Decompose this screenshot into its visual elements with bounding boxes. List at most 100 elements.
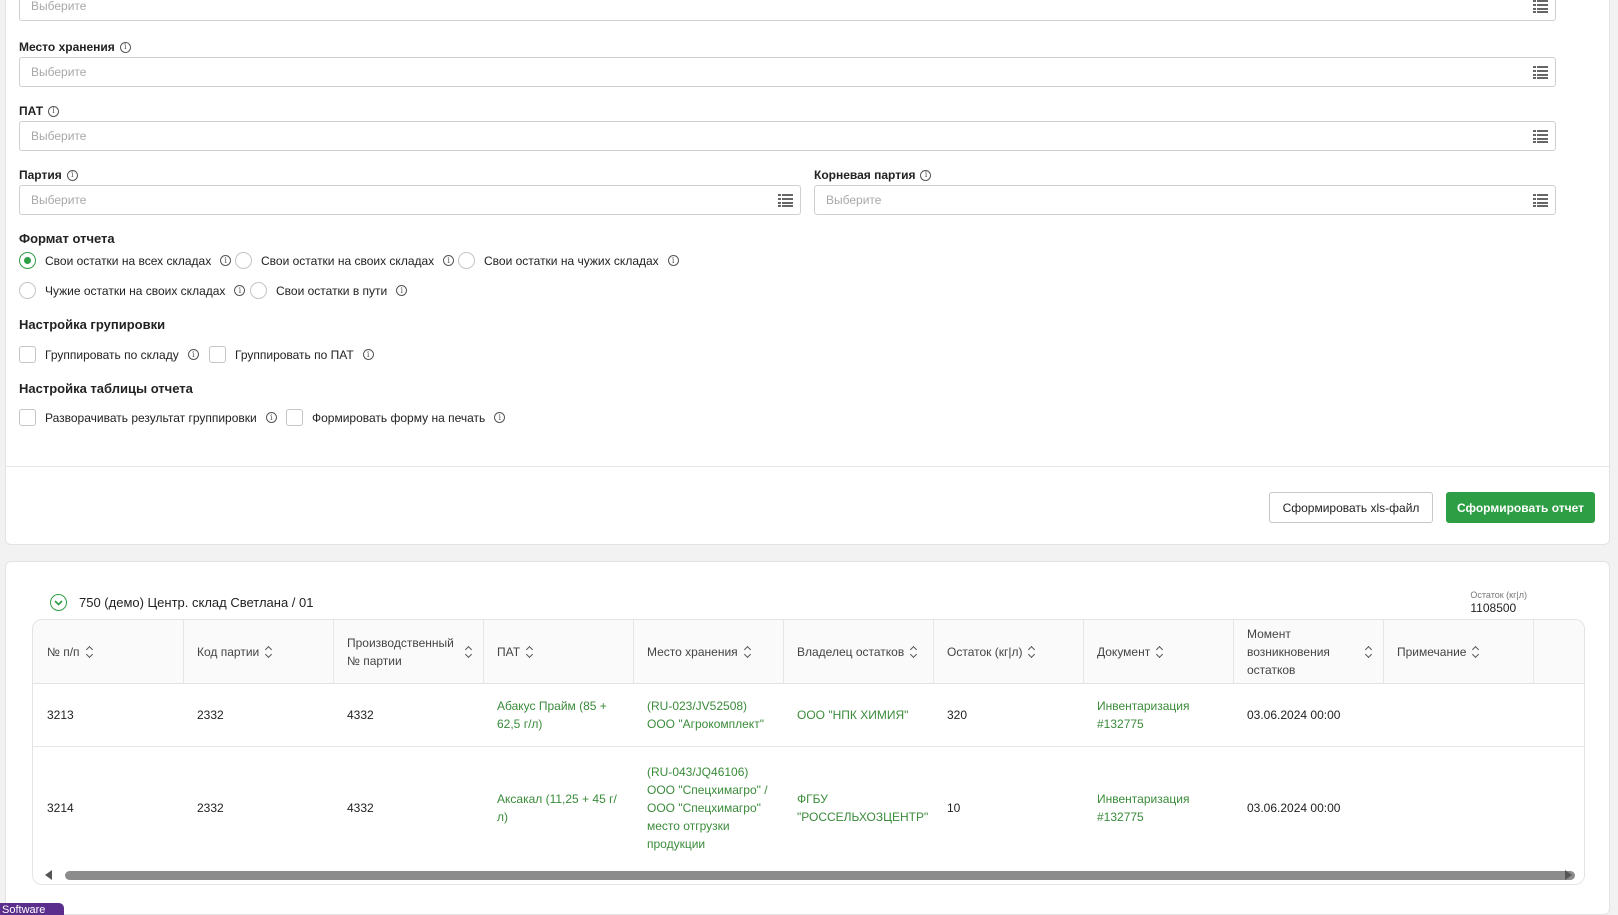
col-header[interactable]: Остаток (кг|л) xyxy=(933,620,1083,684)
sort-icon[interactable] xyxy=(265,645,273,659)
info-icon[interactable]: i xyxy=(66,169,78,181)
list-icon xyxy=(1533,194,1548,207)
option-label: Группировать по складу xyxy=(45,347,179,362)
scroll-right-icon[interactable] xyxy=(1565,870,1572,880)
info-icon[interactable]: i xyxy=(667,255,679,266)
sort-icon[interactable] xyxy=(1028,645,1036,659)
pat-select[interactable]: Выберите xyxy=(19,121,1556,151)
storage-select[interactable]: Выберите xyxy=(19,57,1556,87)
sort-icon[interactable] xyxy=(1365,645,1373,659)
divider xyxy=(6,466,1609,467)
sort-icon[interactable] xyxy=(1156,645,1164,659)
cell-code: 2332 xyxy=(197,801,224,815)
col-header[interactable]: Документ xyxy=(1083,620,1233,684)
generate-report-button[interactable]: Сформировать отчет xyxy=(1446,492,1595,523)
group-total: Остаток (кг|л) 1108500 xyxy=(1470,590,1527,615)
checkbox[interactable] xyxy=(19,346,36,363)
pat-placeholder: Выберите xyxy=(31,129,87,143)
col-header[interactable]: Производственный № партии xyxy=(333,620,483,684)
radio[interactable] xyxy=(19,282,36,299)
group-title: 750 (демо) Центр. склад Светлана / 01 xyxy=(79,595,314,610)
top-select[interactable]: Выберите xyxy=(19,0,1556,21)
col-header[interactable]: Владелец остатков xyxy=(783,620,933,684)
info-icon[interactable]: i xyxy=(443,255,455,266)
radio[interactable] xyxy=(458,252,475,269)
col-header[interactable]: Примечание xyxy=(1383,620,1533,684)
root-batch-placeholder: Выберите xyxy=(826,193,882,207)
pat-label: ПАТ i xyxy=(19,104,60,118)
info-icon[interactable]: i xyxy=(187,349,199,360)
info-icon[interactable]: i xyxy=(220,255,232,266)
batch-placeholder: Выберите xyxy=(31,193,87,207)
scrollbar-thumb[interactable] xyxy=(65,871,1575,880)
list-icon xyxy=(1533,0,1548,13)
sort-icon[interactable] xyxy=(86,645,94,659)
info-icon[interactable]: i xyxy=(265,412,277,423)
col-header-label: Место хранения xyxy=(647,645,738,659)
cell-num: 3214 xyxy=(47,801,74,815)
col-header-label: Владелец остатков xyxy=(797,645,905,659)
info-icon[interactable]: i xyxy=(48,105,60,117)
batch-select[interactable]: Выберите xyxy=(19,185,801,215)
cell-pat-link[interactable]: Аксакал (11,25 + 45 г/л) xyxy=(483,747,619,869)
scroll-left-icon[interactable] xyxy=(45,870,52,880)
cell-storage-link[interactable]: (RU-023/JV52508) ООО "Агрокомплект" xyxy=(633,684,773,746)
format-option-own-warehouses[interactable]: Свои остатки на своих складах i xyxy=(235,252,455,269)
cell-storage-link[interactable]: (RU-043/JQ46106) ООО "Спецхимагро" / ООО… xyxy=(633,747,773,869)
option-label: Свои остатки на всех складах xyxy=(45,253,212,268)
option-label: Формировать форму на печать xyxy=(312,410,486,425)
storage-label-text: Место хранения xyxy=(19,40,115,54)
cell-doc-link[interactable]: Инвентаризация #132775 xyxy=(1083,684,1213,746)
col-header[interactable]: Место хранения xyxy=(633,620,783,684)
cell-owner-link[interactable]: ФГБУ "РОССЕЛЬХОЗЦЕНТР" xyxy=(783,747,928,869)
col-header-label: ПАТ xyxy=(497,645,521,659)
info-icon[interactable]: i xyxy=(920,169,932,181)
checkbox[interactable] xyxy=(209,346,226,363)
sort-icon[interactable] xyxy=(1472,645,1480,659)
radio[interactable] xyxy=(250,282,267,299)
col-header[interactable]: Момент возникновения остатков xyxy=(1233,620,1383,684)
sort-icon[interactable] xyxy=(744,645,752,659)
group-header[interactable]: 750 (демо) Центр. склад Светлана / 01 xyxy=(50,594,313,611)
info-icon[interactable]: i xyxy=(396,285,408,296)
option-label: Свои остатки на своих складах xyxy=(261,253,435,268)
radio-selected[interactable] xyxy=(19,252,36,269)
info-icon[interactable]: i xyxy=(234,285,246,296)
xls-export-button[interactable]: Сформировать xls-файл xyxy=(1269,492,1433,523)
cell-owner-link[interactable]: ООО "НПК ХИМИЯ" xyxy=(783,684,919,746)
format-option-in-transit[interactable]: Свои остатки в пути i xyxy=(250,282,408,299)
col-header[interactable]: Код партии xyxy=(183,620,333,684)
col-header-label: Остаток (кг|л) xyxy=(947,645,1023,659)
format-option-all-warehouses[interactable]: Свои остатки на всех складах i xyxy=(19,252,232,269)
col-header-label: № п/п xyxy=(47,645,80,659)
table-settings-title: Настройка таблицы отчета xyxy=(19,381,193,396)
format-option-foreign-warehouses[interactable]: Свои остатки на чужих складах i xyxy=(458,252,679,269)
group-by-warehouse[interactable]: Группировать по складу i xyxy=(19,346,199,363)
print-form[interactable]: Формировать форму на печать i xyxy=(286,409,506,426)
results-card: 750 (демо) Центр. склад Светлана / 01 Ос… xyxy=(5,561,1610,915)
top-select-placeholder: Выберите xyxy=(31,0,87,13)
info-icon[interactable]: i xyxy=(119,41,131,53)
checkbox[interactable] xyxy=(286,409,303,426)
sort-icon[interactable] xyxy=(465,645,473,659)
expand-grouping[interactable]: Разворачивать результат группировки i xyxy=(19,409,277,426)
info-icon[interactable]: i xyxy=(362,349,374,360)
group-by-pat[interactable]: Группировать по ПАТ i xyxy=(209,346,374,363)
root-batch-select[interactable]: Выберите xyxy=(814,185,1556,215)
cell-doc-link[interactable]: Инвентаризация #132775 xyxy=(1083,747,1213,869)
sort-icon[interactable] xyxy=(526,645,534,659)
cell-pat-link[interactable]: Абакус Прайм (85 + 62,5 г/л) xyxy=(483,684,619,746)
radio[interactable] xyxy=(235,252,252,269)
batch-label: Партия i xyxy=(19,168,78,182)
info-icon[interactable]: i xyxy=(494,412,506,423)
table-row[interactable]: 3214 2332 4332 Аксакал (11,25 + 45 г/л) … xyxy=(33,747,1584,869)
col-header[interactable]: № п/п xyxy=(33,620,183,684)
sort-icon[interactable] xyxy=(910,645,918,659)
horizontal-scrollbar[interactable] xyxy=(33,866,1584,884)
chevron-down-icon[interactable] xyxy=(50,594,67,611)
col-header[interactable]: ПАТ xyxy=(483,620,633,684)
table-row[interactable]: 3213 2332 4332 Абакус Прайм (85 + 62,5 г… xyxy=(33,684,1584,747)
report-format-title: Формат отчета xyxy=(19,231,115,246)
format-option-foreign-on-own[interactable]: Чужие остатки на своих складах i xyxy=(19,282,246,299)
checkbox[interactable] xyxy=(19,409,36,426)
